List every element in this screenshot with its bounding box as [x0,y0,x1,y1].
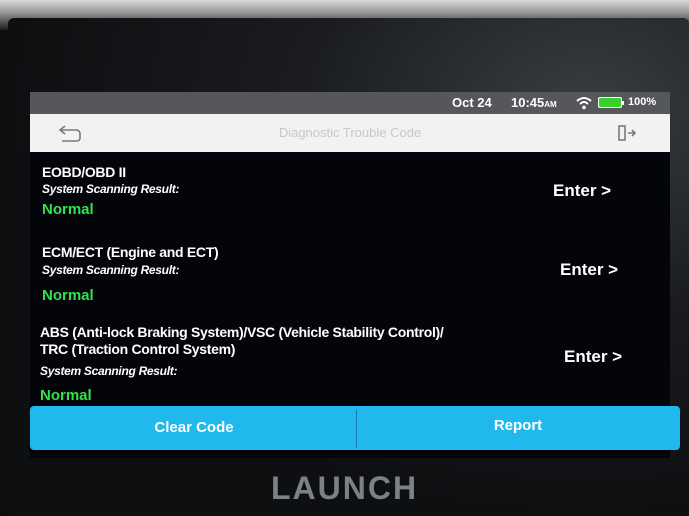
scan-status: Normal [42,201,94,218]
system-name: ABS (Anti-lock Braking System)/VSC (Vehi… [40,324,444,340]
status-ampm: AM [544,100,557,109]
system-item-ecm: ECM/ECT (Engine and ECT) System Scanning… [30,244,670,306]
bottom-action-bar: Clear Code Report [30,406,680,450]
battery-icon [598,97,624,108]
status-bar: Oct 24 10:45AM 100% [30,92,670,114]
enter-button[interactable]: Enter > [560,260,618,280]
scan-status: Normal [40,387,92,404]
scan-result-label: System Scanning Result: [40,364,178,378]
system-item-eobd: EOBD/OBD II System Scanning Result: Norm… [30,164,670,226]
scan-result-label: System Scanning Result: [42,263,180,277]
status-time: 10:45AM [511,95,557,110]
exit-icon[interactable] [616,123,638,143]
system-name-line2: TRC (Traction Control System) [40,341,236,357]
scan-result-label: System Scanning Result: [42,182,180,196]
clear-code-button[interactable]: Clear Code [30,406,358,450]
brand-logo: LAUNCH [270,470,419,506]
enter-button[interactable]: Enter > [553,181,611,201]
battery-percent: 100% [628,96,657,108]
report-button[interactable]: Report [356,406,680,450]
wifi-icon [576,97,592,110]
title-bar: Diagnostic Trouble Code [30,114,670,152]
device-screen: Oct 24 10:45AM 100% Diagnostic Trouble C… [30,92,670,458]
system-name: EOBD/OBD II [42,164,126,180]
enter-button[interactable]: Enter > [564,347,622,367]
system-name: ECM/ECT (Engine and ECT) [42,244,219,260]
scan-status: Normal [42,287,94,304]
status-date: Oct 24 [452,95,492,110]
status-time-value: 10:45 [511,95,545,110]
page-title: Diagnostic Trouble Code [278,125,422,140]
system-item-abs: ABS (Anti-lock Braking System)/VSC (Vehi… [30,324,670,408]
